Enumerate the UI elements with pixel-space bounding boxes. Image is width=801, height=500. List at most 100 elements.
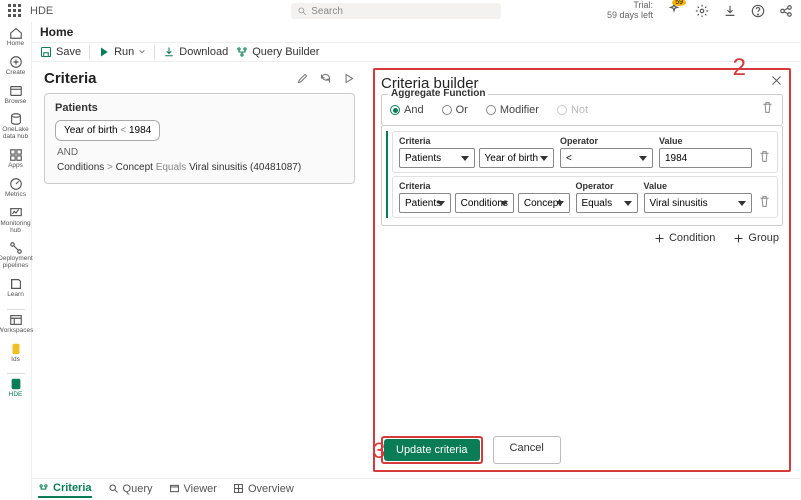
update-highlight-box: Update criteria: [381, 436, 483, 464]
aggregate-radio-group: And Or Modifier Not: [390, 104, 588, 116]
top-bar: HDE Search Trial: 59 days left 59: [0, 0, 801, 22]
search-icon: [297, 6, 307, 16]
criteria-condition-line: Conditions > Concept Equals Viral sinusi…: [57, 162, 344, 173]
play-outline-icon[interactable]: [342, 72, 355, 85]
update-criteria-button[interactable]: Update criteria: [384, 439, 480, 461]
download-icon[interactable]: [723, 4, 737, 18]
criteria-joiner: AND: [57, 147, 344, 158]
tab-query[interactable]: Query: [108, 483, 153, 497]
rail-metrics[interactable]: Metrics: [0, 177, 31, 199]
field-label: Value: [644, 181, 753, 191]
value-select[interactable]: Viral sinusitis: [644, 193, 753, 213]
rail-monitoring[interactable]: Monitoring hub: [0, 206, 31, 235]
criteria-title: Criteria: [44, 70, 97, 87]
tab-criteria[interactable]: Criteria: [38, 482, 92, 498]
rail-workspaces[interactable]: Workspaces: [0, 313, 31, 335]
rail-label: Browse: [5, 99, 27, 106]
criteria-builder-panel: 2 Criteria builder Aggregate Function An…: [367, 62, 801, 478]
add-group-button[interactable]: Group: [733, 232, 779, 244]
delete-row-button[interactable]: [758, 138, 771, 168]
edit-icon[interactable]: [296, 72, 309, 85]
cancel-button[interactable]: Cancel: [493, 436, 561, 464]
top-right-cluster: Trial: 59 days left 59: [607, 1, 793, 21]
delete-aggregate-button[interactable]: [761, 101, 774, 119]
search-input[interactable]: Search: [291, 3, 501, 19]
rail-label: Metrics: [5, 192, 26, 199]
builder-highlight-box: Criteria builder Aggregate Function And …: [373, 68, 791, 472]
cond-path2: Concept: [116, 162, 153, 173]
radio-not[interactable]: Not: [557, 104, 588, 116]
left-nav-rail: Home Create Browse OneLake data hub Apps…: [0, 22, 32, 500]
rail-apps[interactable]: Apps: [0, 148, 31, 170]
close-button[interactable]: [770, 74, 783, 92]
save-label: Save: [56, 46, 81, 58]
cond-op: Equals: [156, 162, 187, 173]
refresh-icon[interactable]: [319, 72, 332, 85]
rail-divider: [7, 309, 25, 310]
criteria-field-group: Criteria Patients Year of birth: [399, 136, 554, 168]
page-title: Home: [40, 25, 73, 39]
gear-icon[interactable]: [695, 4, 709, 18]
rail-ids[interactable]: Ids: [0, 342, 31, 364]
add-condition-button[interactable]: Condition: [654, 232, 715, 244]
entity-select[interactable]: Patients: [399, 148, 475, 168]
app-launcher-icon[interactable]: [8, 4, 22, 18]
select-value: Year of birth: [485, 153, 539, 164]
rail-browse[interactable]: Browse: [0, 84, 31, 106]
download-button[interactable]: Download: [163, 46, 228, 58]
rail-label: HDE: [9, 392, 23, 399]
value-input[interactable]: 1984: [659, 148, 752, 168]
criteria-title-row: Criteria: [44, 70, 355, 87]
cond-path1: Conditions: [57, 162, 104, 173]
sub-entity-select[interactable]: Conditions: [455, 193, 514, 213]
download-label: Download: [179, 46, 228, 58]
search-placeholder: Search: [311, 6, 343, 17]
query-builder-button[interactable]: Query Builder: [236, 46, 319, 58]
tab-viewer[interactable]: Viewer: [169, 483, 217, 497]
rail-learn[interactable]: Learn: [0, 277, 31, 299]
radio-icon: [442, 105, 452, 115]
bottom-tab-bar: Criteria Query Viewer Overview: [32, 478, 801, 500]
criteria-group-title: Patients: [55, 102, 344, 114]
callout-2: 2: [733, 54, 746, 82]
select-value: Patients: [405, 198, 441, 209]
rail-label: OneLake data hub: [0, 127, 31, 141]
criteria-row-2: Criteria Patients Conditions Concept Ope…: [392, 176, 778, 218]
rail-label: Home: [7, 41, 24, 48]
help-icon[interactable]: [751, 4, 765, 18]
radio-or[interactable]: Or: [442, 104, 468, 116]
rail-create[interactable]: Create: [0, 55, 31, 77]
tab-overview[interactable]: Overview: [233, 483, 294, 497]
app-title: HDE: [30, 5, 53, 17]
radio-and[interactable]: And: [390, 104, 424, 116]
cond-sep: >: [107, 162, 113, 173]
attribute-select[interactable]: Concept: [518, 193, 570, 213]
entity-select[interactable]: Patients: [399, 193, 451, 213]
rail-pipelines[interactable]: Deployment pipelines: [0, 241, 31, 270]
field-label: Operator: [576, 181, 638, 191]
rail-label: Apps: [8, 163, 23, 170]
radio-label: Not: [571, 104, 588, 116]
radio-modifier[interactable]: Modifier: [486, 104, 539, 116]
criteria-rows-container: Criteria Patients Year of birth Operator…: [381, 126, 783, 226]
aggregate-label: Aggregate Function: [388, 88, 488, 99]
operator-select[interactable]: <: [560, 148, 653, 168]
rail-onelake[interactable]: OneLake data hub: [0, 112, 31, 141]
chip-field: Year of birth: [64, 125, 118, 136]
select-value: Conditions: [461, 198, 508, 209]
attribute-select[interactable]: Year of birth: [479, 148, 555, 168]
canvas: Criteria Patients Year of birth < 1984 A…: [32, 62, 801, 478]
rail-hde[interactable]: HDE: [0, 377, 31, 399]
radio-label: And: [404, 104, 424, 116]
radio-icon: [390, 105, 400, 115]
run-button[interactable]: Run: [98, 46, 146, 58]
delete-row-button[interactable]: [758, 183, 771, 213]
link-share-icon[interactable]: [779, 4, 793, 18]
save-button[interactable]: Save: [40, 46, 81, 58]
tab-label: Criteria: [53, 482, 92, 494]
operator-select[interactable]: Equals: [576, 193, 638, 213]
trial-sparkle-icon[interactable]: 59: [667, 3, 681, 20]
criteria-row-1: Criteria Patients Year of birth Operator…: [392, 131, 778, 173]
criteria-chip[interactable]: Year of birth < 1984: [55, 120, 160, 141]
rail-home[interactable]: Home: [0, 26, 31, 48]
